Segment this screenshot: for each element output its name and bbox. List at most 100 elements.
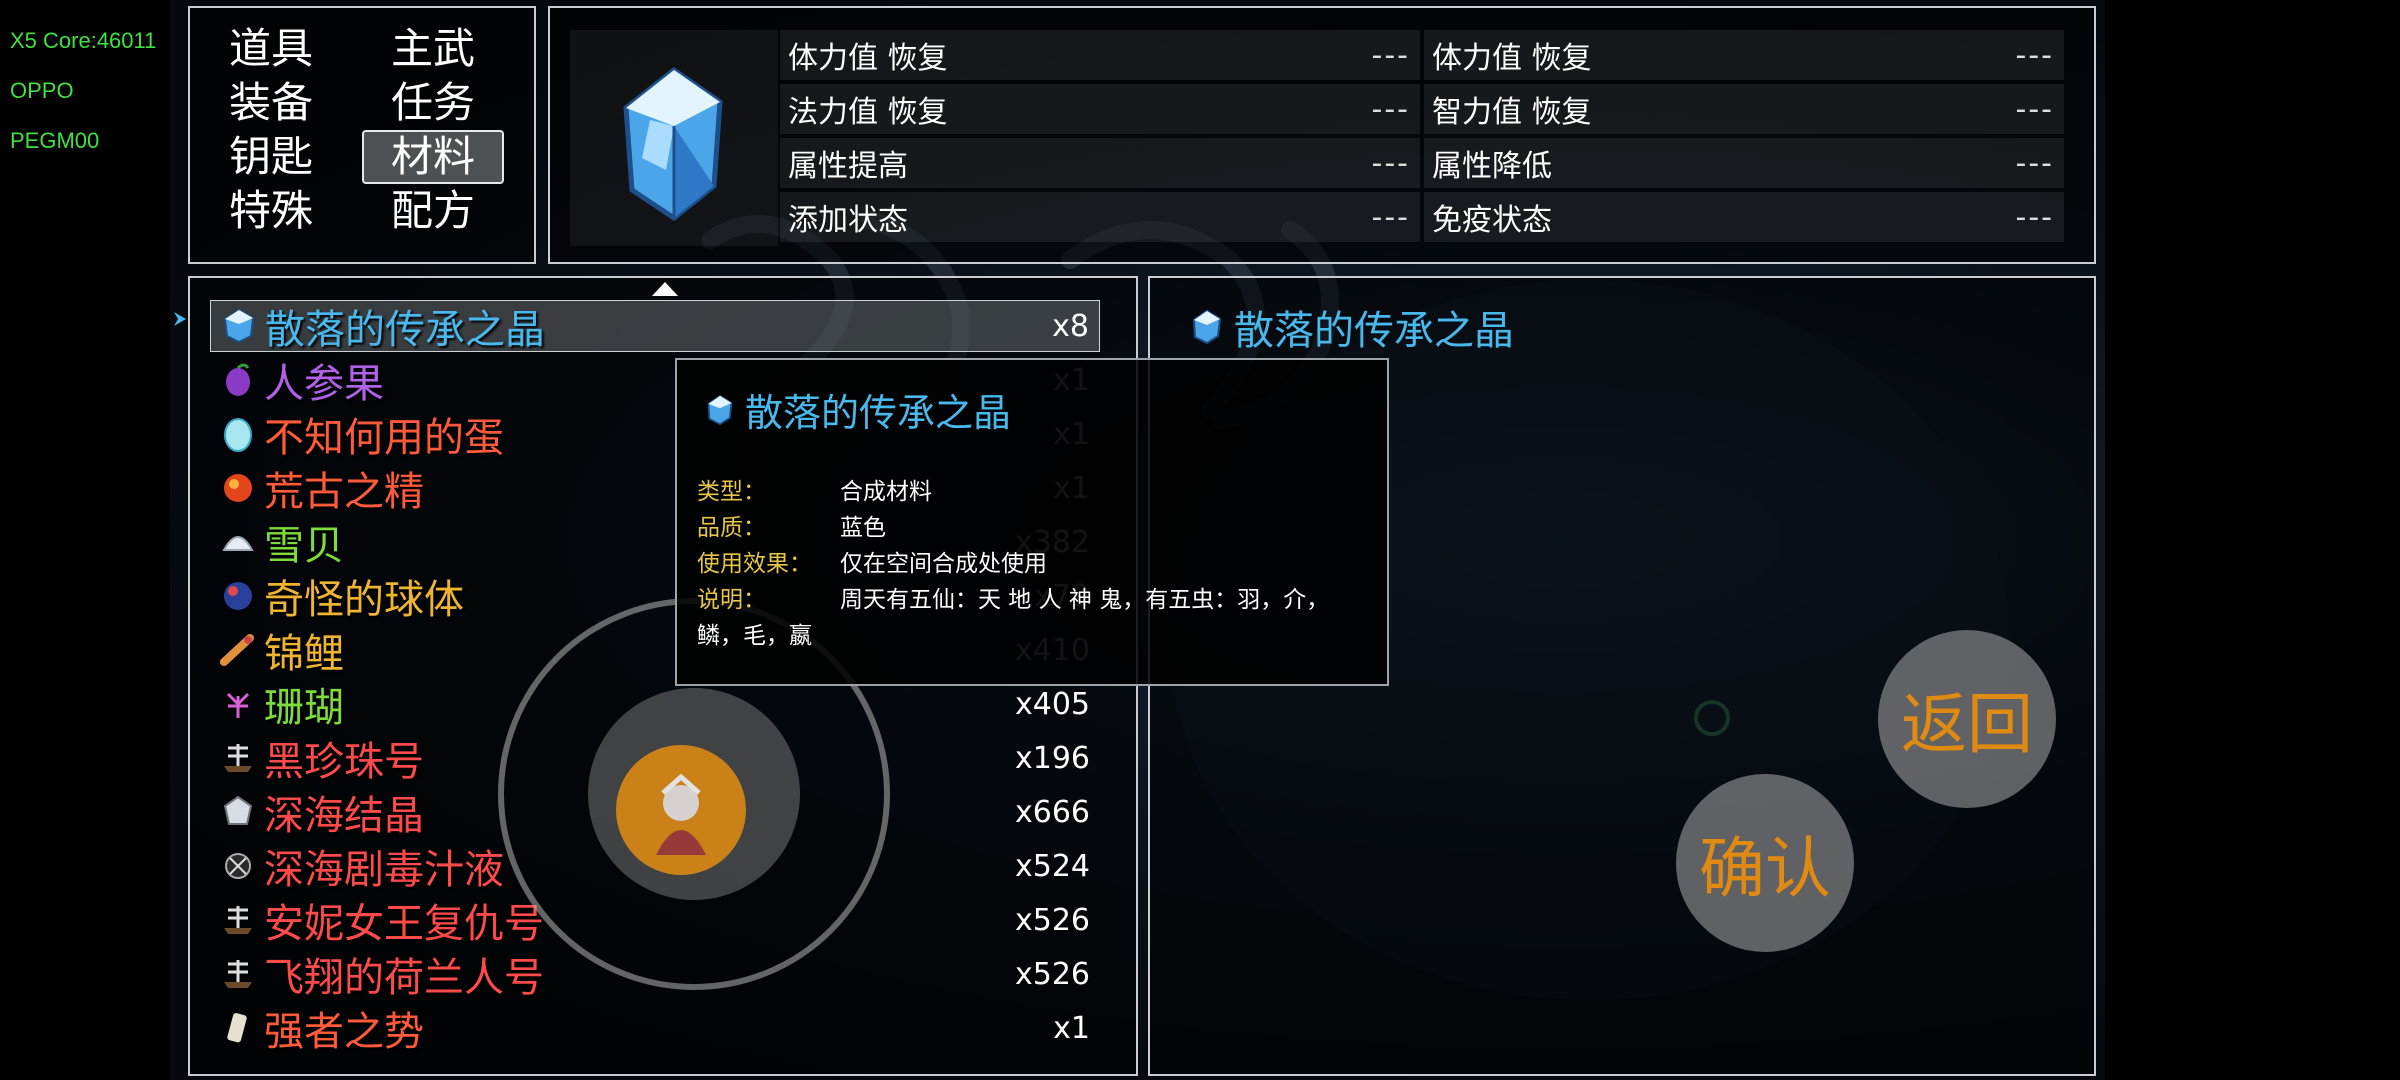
category-tab[interactable]: 装备 xyxy=(200,76,342,130)
detail-title-text: 散落的传承之晶 xyxy=(1234,308,1514,354)
stat-row: 属性提高 --- xyxy=(780,138,1420,188)
item-quantity: x405 xyxy=(1014,686,1090,722)
blue-crystal-icon xyxy=(623,66,723,222)
game-screen: 道具 主武 装备 任务 钥匙 材料 特殊 配方 体力值 恢复 --- 体力值 恢复 --- 法力值 恢… xyxy=(170,0,2105,1080)
item-name: 奇怪的球体 xyxy=(264,577,464,623)
scroll-icon xyxy=(220,1010,256,1046)
egg-icon xyxy=(224,418,252,452)
stat-value: --- xyxy=(2015,91,2054,127)
item-quantity: x1 xyxy=(1053,1010,1090,1046)
stat-value: --- xyxy=(2015,199,2054,235)
item-name: 深海结晶 xyxy=(264,793,424,839)
egg-icon xyxy=(220,416,256,452)
stat-label: 属性降低 xyxy=(1432,149,1552,184)
stat-row: 体力值 恢复 --- xyxy=(780,30,1420,80)
stat-row: 免疫状态 --- xyxy=(1424,192,2064,242)
tooltip-title-text: 散落的传承之晶 xyxy=(745,391,1012,435)
stat-row: 属性降低 --- xyxy=(1424,138,2064,188)
tooltip-desc-value-2: 鳞，毛，嬴 xyxy=(697,623,812,649)
stats-window: 体力值 恢复 --- 体力值 恢复 --- 法力值 恢复 --- 智力值 恢复 --- 属性提高… xyxy=(548,6,2096,264)
item-name: 安妮女王复仇号 xyxy=(264,901,544,947)
item-preview xyxy=(570,30,778,246)
coral-icon xyxy=(226,692,250,718)
tooltip-title: 散落的传承之晶 xyxy=(705,382,1011,437)
item-name: 强者之势 xyxy=(264,1009,424,1055)
poison-icon xyxy=(220,848,256,884)
item-quantity: x526 xyxy=(1014,956,1090,992)
item-name: 珊瑚 xyxy=(264,685,344,731)
debug-core: X5 Core:46011 xyxy=(10,28,157,53)
detail-title: 散落的传承之晶 xyxy=(1190,298,1514,356)
list-item[interactable]: 散落的传承之晶 x8 xyxy=(210,300,1100,353)
category-tab[interactable]: 道具 xyxy=(200,22,342,76)
stat-label: 智力值 恢复 xyxy=(1432,95,1592,130)
tooltip-type-label: 类型： xyxy=(697,479,766,505)
tooltip-effect-label: 使用效果： xyxy=(697,551,812,577)
stat-label: 添加状态 xyxy=(788,203,908,238)
item-name: 深海剧毒汁液 xyxy=(264,847,504,893)
ship-icon xyxy=(220,902,256,938)
item-quantity: x666 xyxy=(1014,794,1090,830)
confirm-button[interactable]: 确认 xyxy=(1676,774,1854,952)
cursor-arrow-icon xyxy=(174,312,186,326)
item-quantity: x526 xyxy=(1014,902,1090,938)
ship-icon xyxy=(224,906,252,934)
blue-crystal-icon xyxy=(223,308,255,344)
fire-orb-icon xyxy=(220,470,256,506)
stat-row: 法力值 恢复 --- xyxy=(780,84,1420,134)
item-name: 人参果 xyxy=(264,361,384,407)
tooltip-quality-label: 品质： xyxy=(697,515,766,541)
category-window: 道具 主武 装备 任务 钥匙 材料 特殊 配方 xyxy=(188,6,536,264)
tooltip-quality-value: 蓝色 xyxy=(840,515,886,541)
back-button[interactable]: 返回 xyxy=(1878,630,2056,808)
list-item[interactable]: 强者之势 x1 xyxy=(210,1002,1100,1055)
stat-row: 体力值 恢复 --- xyxy=(1424,30,2064,80)
item-name: 雪贝 xyxy=(264,523,344,569)
category-tab[interactable]: 配方 xyxy=(362,184,504,238)
character-avatar-icon xyxy=(656,773,706,855)
back-button-label: 返回 xyxy=(1901,686,2033,763)
ginseng-fruit-icon xyxy=(226,363,250,396)
stat-label: 体力值 恢复 xyxy=(1432,41,1592,76)
category-tab[interactable]: 钥匙 xyxy=(200,130,342,184)
deep-crystal-icon xyxy=(223,795,253,825)
stat-value: --- xyxy=(2015,145,2054,181)
stat-label: 体力值 恢复 xyxy=(788,41,948,76)
tooltip-desc-value: 周天有五仙：天 地 人 神 鬼，有五虫：羽，介， xyxy=(840,587,1330,613)
tooltip-desc-label: 说明： xyxy=(697,587,766,613)
confirm-button-label: 确认 xyxy=(1699,830,1831,907)
shell-icon xyxy=(222,536,254,551)
stat-value: --- xyxy=(1371,91,1410,127)
koi-icon xyxy=(220,634,254,666)
deep-crystal-icon xyxy=(220,794,256,830)
stat-value: --- xyxy=(1371,145,1410,181)
blue-crystal-icon xyxy=(221,308,257,344)
ginseng-fruit-icon xyxy=(220,362,256,398)
category-tab[interactable]: 主武 xyxy=(362,22,504,76)
blue-crystal-icon xyxy=(707,394,733,425)
scroll-up-arrow-icon[interactable] xyxy=(650,280,680,298)
stat-label: 法力值 恢复 xyxy=(788,95,948,130)
koi-icon xyxy=(220,632,256,668)
item-name: 散落的传承之晶 xyxy=(265,307,545,353)
joystick-knob[interactable] xyxy=(616,745,746,875)
coral-icon xyxy=(220,686,256,722)
stat-value: --- xyxy=(1371,199,1410,235)
tooltip-effect-value: 仅在空间合成处使用 xyxy=(840,551,1047,577)
item-quantity: x196 xyxy=(1014,740,1090,776)
ship-icon xyxy=(220,956,256,992)
ship-icon xyxy=(220,740,256,776)
category-tab[interactable]: 特殊 xyxy=(200,184,342,238)
item-name: 飞翔的荷兰人号 xyxy=(264,955,544,1001)
stat-value: --- xyxy=(1371,37,1410,73)
debug-brand: OPPO xyxy=(10,78,74,103)
blue-crystal-icon xyxy=(1192,309,1222,345)
stat-row: 添加状态 --- xyxy=(780,192,1420,242)
item-name: 黑珍珠号 xyxy=(264,739,424,785)
category-tab[interactable]: 任务 xyxy=(362,76,504,130)
stat-label: 免疫状态 xyxy=(1432,203,1552,238)
category-tab[interactable]: 材料 xyxy=(362,130,504,184)
orb-icon xyxy=(224,582,252,610)
tooltip-type-value: 合成材料 xyxy=(840,479,932,505)
item-quantity: x8 xyxy=(1052,308,1089,344)
